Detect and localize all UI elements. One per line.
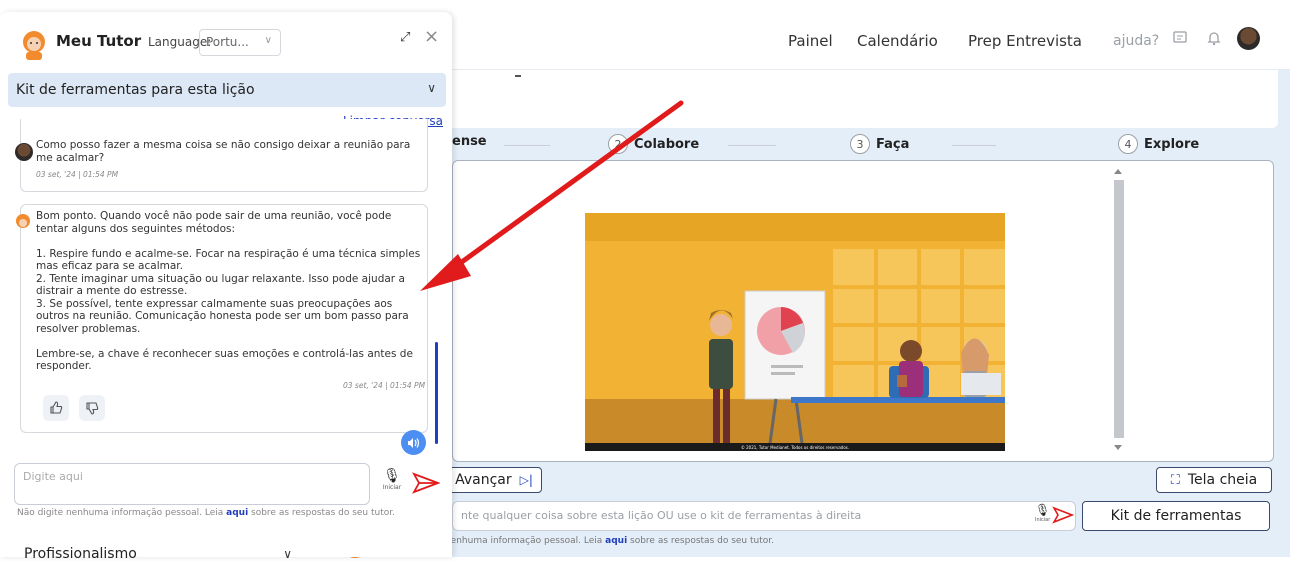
chat-input[interactable]: Digite aqui [14,463,370,505]
step-number: 3 [850,134,870,154]
microphone-icon: 🎙 [383,468,401,484]
fullscreen-icon: ⛶ [1170,472,1180,488]
step-1[interactable]: ense [452,134,487,149]
chat-icon[interactable] [1172,30,1188,48]
close-icon[interactable]: × [424,26,439,47]
user-avatar [15,143,33,161]
next-button[interactable]: Avançar ▷| [446,467,542,493]
lesson-send-icon[interactable] [1052,506,1074,524]
nav-link-painel[interactable]: Painel [788,32,833,50]
video-credit: © 2021, Tutor Medianet. Todos os direito… [741,445,849,450]
step-divider [952,145,996,146]
step-number: 2 [608,134,628,154]
skip-next-icon: ▷| [519,473,533,487]
chat-message-bot: Bom ponto. Quando você não pode sair de … [16,204,428,433]
fullscreen-label: Tela cheia [1187,472,1258,488]
chat-title: Meu Tutor [56,32,142,50]
lesson-stepper: ense 2 Colabore 3 Faça 4 Explore [452,132,1282,156]
send-icon[interactable] [412,472,440,494]
step-number: 4 [1118,134,1138,154]
tutor-chat-panel: Meu Tutor Language: Portu... ∨ ⤢ × Kit d… [0,12,452,562]
help-link[interactable]: ajuda? [1113,33,1159,49]
video-player[interactable]: © 2021, Tutor Medianet. Todos os direito… [481,161,1113,453]
toolkit-button[interactable]: Kit de ferramentas [1082,501,1270,531]
next-button-label: Avançar [455,472,512,488]
step-divider [728,145,776,146]
thumbs-up-icon[interactable] [43,395,69,421]
tutor-avatar-icon [16,214,30,228]
thumbs-down-icon[interactable] [79,395,105,421]
message-text: Bom ponto. Quando você não pode sair de … [36,210,421,372]
message-text: Como posso fazer a mesma coisa se não co… [36,139,411,164]
language-select[interactable]: Portu... ∨ [199,29,281,56]
lesson-mic-button[interactable]: 🎙 Iniciar [1035,503,1051,523]
nav-link-calendario[interactable]: Calendário [857,32,938,50]
speaker-icon[interactable] [401,430,426,455]
video-frame: © 2021, Tutor Medianet. Todos os direito… [452,160,1274,462]
step-2[interactable]: 2 Colabore [608,134,699,154]
chat-disclaimer: Não digite nenhuma informação pessoal. L… [17,508,395,518]
expand-icon[interactable]: ⤢ [400,30,410,45]
chevron-down-icon: ∨ [427,81,436,95]
video-scrollbar[interactable] [1111,165,1127,455]
disclaimer-link[interactable]: aqui [226,508,248,518]
toolkit-accordion[interactable]: Kit de ferramentas para esta lição ∨ [8,73,446,107]
scroll-thumb[interactable] [1114,180,1124,438]
fullscreen-button[interactable]: ⛶ Tela cheia [1156,467,1272,493]
bell-icon[interactable] [1206,30,1222,48]
chat-message-user: Como posso fazer a mesma coisa se não co… [15,119,428,192]
scroll-up-arrow[interactable] [1114,169,1122,174]
message-timestamp: 03 set, '24 | 01:54 PM [343,381,426,390]
chat-header: Meu Tutor Language: Portu... ∨ ⤢ × [0,12,452,74]
chevron-down-icon: ∨ [264,35,272,46]
step-3[interactable]: 3 Faça [850,134,909,154]
nav-link-prep-entrevista[interactable]: Prep Entrevista [968,32,1082,50]
microphone-icon: 🎙 [1035,503,1051,517]
tutor-logo-icon [23,31,45,60]
user-avatar[interactable] [1237,27,1260,50]
scroll-down-arrow[interactable] [1114,445,1122,450]
lesson-header-card [440,70,1278,128]
message-timestamp: 03 set, '24 | 01:54 PM [36,170,119,179]
step-divider [504,145,550,146]
lesson-disclaimer: Não digite nenhuma informação pessoal. L… [396,536,774,546]
chat-mic-button[interactable]: 🎙 Iniciar [382,468,402,496]
chat-scrollbar[interactable] [435,342,438,444]
disclaimer-link[interactable]: aqui [605,536,627,546]
video-illustration: © 2021, Tutor Medianet. Todos os direito… [585,213,1005,453]
header-dash [515,75,521,77]
section-accordion-professionalism[interactable]: Profissionalismo ∨ [8,538,298,568]
step-4[interactable]: 4 Explore [1118,134,1199,154]
lesson-question-input[interactable]: nte qualquer coisa sobre esta lição OU u… [452,501,1076,531]
chevron-down-icon: ∨ [283,547,292,561]
